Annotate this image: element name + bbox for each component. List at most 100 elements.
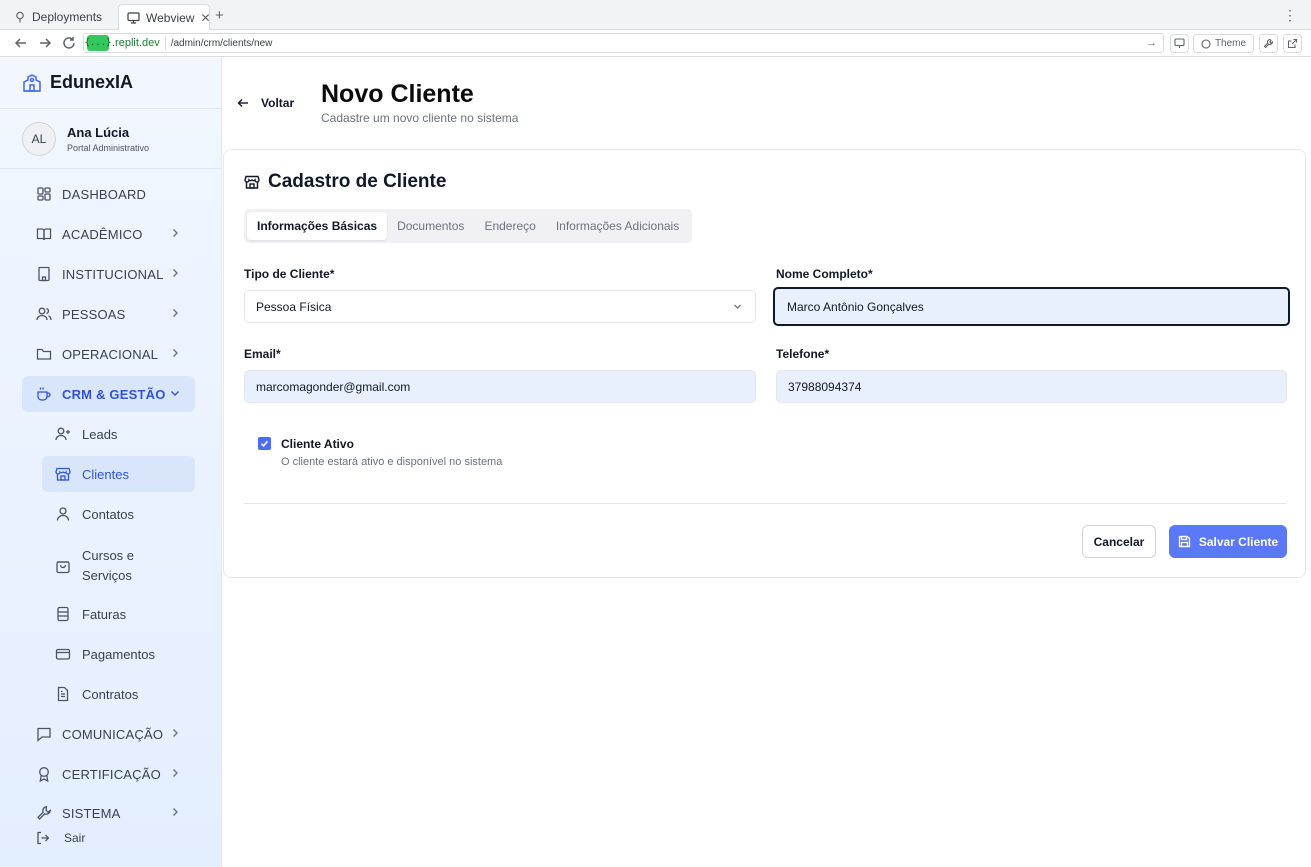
user-profile[interactable]: AL Ana Lúcia Portal Administrativo bbox=[22, 122, 149, 156]
client-form-card: Cadastro de Cliente Informações Básicas … bbox=[223, 149, 1306, 578]
go-arrow-icon[interactable]: → bbox=[1146, 37, 1157, 49]
school-icon bbox=[22, 73, 42, 93]
save-client-button[interactable]: Salvar Cliente bbox=[1169, 525, 1287, 558]
store-icon bbox=[55, 466, 71, 482]
browser-tab-label: Deployments bbox=[32, 10, 103, 24]
book-icon bbox=[36, 226, 52, 242]
logout-button[interactable]: Sair bbox=[36, 831, 85, 845]
tab-endereco[interactable]: Endereço bbox=[474, 212, 545, 240]
back-arrow-icon[interactable] bbox=[13, 35, 29, 51]
sidebar: EdunexIA AL Ana Lúcia Portal Administrat… bbox=[0, 58, 222, 867]
client-type-select[interactable]: Pessoa Física bbox=[244, 290, 756, 323]
sidebar-subitem-label: Faturas bbox=[82, 606, 127, 622]
sidebar-item-operacional[interactable]: OPERACIONAL bbox=[22, 336, 195, 372]
chevron-down-icon bbox=[732, 301, 743, 312]
wrench-tool-icon[interactable] bbox=[1259, 34, 1278, 53]
sidebar-subitem-leads[interactable]: Leads bbox=[42, 416, 195, 452]
browser-tab-label: Webview bbox=[146, 10, 195, 25]
browser-tab-webview[interactable]: Webview ✕ bbox=[118, 4, 211, 30]
user-icon bbox=[55, 506, 71, 522]
wrench-icon bbox=[36, 805, 52, 821]
sidebar-subitem-label: Clientes bbox=[82, 466, 129, 482]
email-field[interactable]: marcomagonder@gmail.com bbox=[244, 370, 756, 403]
avatar: AL bbox=[22, 122, 56, 156]
coffee-icon bbox=[36, 386, 52, 402]
device-icon[interactable] bbox=[1170, 34, 1189, 53]
url-field[interactable]: {...} .replit.dev /admin/crm/clients/new… bbox=[83, 33, 1164, 53]
user-role: Portal Administrativo bbox=[67, 143, 150, 153]
theme-label: Theme bbox=[1214, 38, 1247, 49]
chevron-right-icon bbox=[169, 307, 181, 319]
form-tabs: Informações Básicas Documentos Endereço … bbox=[244, 209, 693, 243]
tree-icon bbox=[14, 11, 26, 23]
external-link-icon[interactable] bbox=[1283, 34, 1302, 53]
save-client-label: Salvar Cliente bbox=[1198, 534, 1279, 549]
message-icon bbox=[36, 726, 52, 742]
chevron-right-icon bbox=[169, 767, 181, 779]
users-icon bbox=[36, 306, 52, 322]
dashboard-icon bbox=[36, 186, 52, 202]
active-checkbox-help: O cliente estará ativo e disponível no s… bbox=[281, 456, 503, 468]
store-icon bbox=[244, 174, 260, 190]
close-icon[interactable]: ✕ bbox=[200, 11, 210, 25]
chevron-right-icon bbox=[169, 347, 181, 359]
page-subtitle: Cadastre um novo cliente no sistema bbox=[321, 111, 519, 125]
browser-tab-deployments[interactable]: Deployments bbox=[6, 4, 114, 30]
sidebar-item-academico[interactable]: ACADÊMICO bbox=[22, 216, 195, 252]
sidebar-subitem-clientes[interactable]: Clientes bbox=[42, 456, 195, 492]
sidebar-item-pessoas[interactable]: PESSOAS bbox=[22, 296, 195, 332]
sidebar-subitem-cursos-servicos[interactable]: Cursos e Serviços bbox=[42, 542, 195, 590]
sidebar-subitem-contatos[interactable]: Contatos bbox=[42, 496, 195, 532]
sidebar-item-institucional[interactable]: INSTITUCIONAL bbox=[22, 256, 195, 292]
theme-button[interactable]: Theme bbox=[1193, 34, 1254, 53]
card-title-text: Cadastro de Cliente bbox=[268, 171, 447, 192]
card-title: Cadastro de Cliente bbox=[244, 171, 446, 193]
chevron-right-icon bbox=[169, 227, 181, 239]
sidebar-subitem-pagamentos[interactable]: Pagamentos bbox=[42, 636, 195, 672]
form-divider bbox=[244, 503, 1286, 504]
active-checkbox[interactable] bbox=[258, 437, 271, 450]
phone-field[interactable]: 37988094374 bbox=[776, 370, 1287, 403]
check-icon bbox=[260, 440, 269, 447]
sidebar-item-certificacao[interactable]: CERTIFICAÇÃO bbox=[22, 756, 195, 792]
sidebar-item-label: PESSOAS bbox=[62, 306, 126, 322]
new-tab-icon[interactable]: + bbox=[215, 7, 224, 24]
url-domain: .replit.dev bbox=[112, 37, 160, 49]
reload-icon[interactable] bbox=[61, 35, 77, 51]
cancel-button[interactable]: Cancelar bbox=[1082, 525, 1156, 558]
full-name-input[interactable]: Marco Antônio Gonçalves bbox=[773, 287, 1290, 326]
chevron-right-icon bbox=[169, 267, 181, 279]
active-checkbox-label[interactable]: Cliente Ativo bbox=[281, 437, 354, 451]
sidebar-item-comunicacao[interactable]: COMUNICAÇÃO bbox=[22, 716, 195, 752]
sidebar-item-label: CERTIFICAÇÃO bbox=[62, 766, 161, 782]
full-name-label: Nome Completo* bbox=[776, 267, 873, 281]
full-name-value: Marco Antônio Gonçalves bbox=[787, 299, 924, 314]
sidebar-item-label: COMUNICAÇÃO bbox=[62, 726, 164, 742]
email-label: Email* bbox=[244, 347, 281, 361]
sidebar-subitem-faturas[interactable]: Faturas bbox=[42, 596, 195, 632]
url-separator bbox=[164, 36, 166, 50]
brand-name: EdunexIA bbox=[50, 72, 134, 92]
chevron-down-icon bbox=[169, 387, 181, 399]
sidebar-item-dashboard[interactable]: DASHBOARD bbox=[22, 176, 195, 212]
sidebar-subitem-label: Leads bbox=[82, 426, 118, 442]
back-label: Voltar bbox=[261, 96, 295, 110]
tab-documentos[interactable]: Documentos bbox=[387, 212, 474, 240]
more-vertical-icon[interactable]: ⋮ bbox=[1283, 7, 1297, 24]
sidebar-subitem-label: Cursos e Serviços bbox=[82, 548, 135, 583]
brand-logo[interactable]: EdunexIA bbox=[22, 72, 133, 93]
tab-informacoes-adicionais[interactable]: Informações Adicionais bbox=[546, 212, 689, 240]
sidebar-item-label: INSTITUCIONAL bbox=[62, 266, 164, 282]
forward-arrow-icon[interactable] bbox=[37, 35, 53, 51]
bag-icon bbox=[55, 558, 71, 574]
sidebar-subitem-label: Contatos bbox=[82, 506, 135, 522]
url-path: /admin/crm/clients/new bbox=[170, 37, 273, 49]
back-button[interactable]: Voltar bbox=[237, 96, 294, 110]
file-icon bbox=[55, 686, 71, 702]
email-value: marcomagonder@gmail.com bbox=[256, 379, 411, 394]
sidebar-item-sistema[interactable]: SISTEMA bbox=[22, 795, 195, 831]
replit-badge-icon: {...} bbox=[84, 35, 112, 51]
sidebar-subitem-contratos[interactable]: Contratos bbox=[42, 676, 195, 712]
sidebar-item-crm-gestao[interactable]: CRM & GESTÃO bbox=[22, 376, 195, 412]
tab-informacoes-basicas[interactable]: Informações Básicas bbox=[247, 212, 388, 240]
